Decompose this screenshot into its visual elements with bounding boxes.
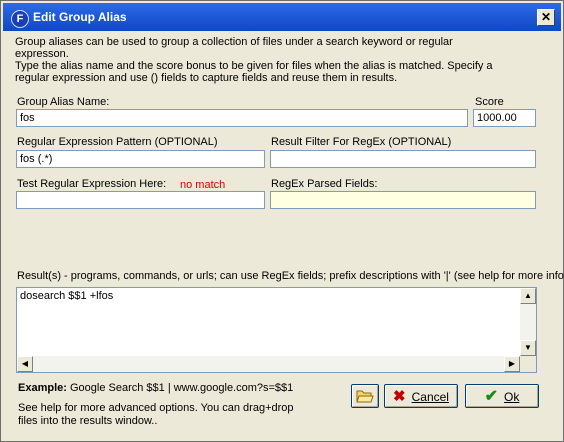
folder-open-icon [356, 390, 374, 403]
test-regex-input[interactable] [16, 191, 265, 209]
browse-button[interactable] [351, 384, 379, 408]
ok-button[interactable]: ✔ Ok [465, 384, 539, 408]
scroll-left-arrow-icon[interactable]: ◀ [17, 356, 33, 372]
description-line: expresson. [15, 48, 69, 60]
cancel-button[interactable]: ✖ Cancel [384, 384, 458, 408]
score-input[interactable]: 1000.00 [473, 109, 536, 127]
checkmark-icon: ✔ [484, 387, 499, 405]
scrollbar-corner [520, 356, 536, 372]
results-label: Result(s) - programs, commands, or urls;… [17, 270, 564, 282]
result-filter-label: Result Filter For RegEx (OPTIONAL) [271, 136, 452, 148]
scroll-up-arrow-icon[interactable]: ▲ [520, 288, 536, 304]
example-body: Google Search $$1 | www.google.com?s=$$1 [69, 382, 294, 394]
parsed-fields-output [270, 191, 536, 209]
score-label: Score [475, 96, 504, 108]
results-textarea[interactable]: dosearch $$1 +lfos ▲ ▼ ◀ ▶ [16, 287, 537, 373]
ok-label: Ok [504, 389, 520, 404]
example-prefix: Example: [18, 382, 67, 394]
cancel-x-icon: ✖ [393, 387, 406, 405]
match-status: no match [180, 179, 226, 191]
test-regex-label: Test Regular Expression Here: [17, 178, 167, 190]
example-text: Example: Google Search $$1 | www.google.… [18, 382, 293, 394]
help-line: See help for more advanced options. You … [18, 402, 294, 414]
scroll-right-arrow-icon[interactable]: ▶ [504, 356, 520, 372]
description-line: regular expression and use () fields to … [15, 72, 398, 84]
cancel-label: Cancel [411, 389, 449, 404]
edit-group-alias-dialog: F Edit Group Alias ✕ Group aliases can b… [0, 0, 564, 442]
alias-name-label: Group Alias Name: [17, 96, 110, 108]
app-icon: F [11, 10, 29, 28]
description-line: Type the alias name and the score bonus … [15, 60, 493, 72]
alias-name-input[interactable]: fos [16, 109, 468, 127]
results-content: dosearch $$1 +lfos [20, 290, 114, 302]
help-text: See help for more advanced options. You … [18, 402, 294, 428]
description-text: Group aliases can be used to group a col… [15, 36, 535, 84]
window-title: Edit Group Alias [33, 10, 127, 24]
vertical-scrollbar[interactable]: ▲ ▼ [520, 288, 536, 356]
scroll-down-arrow-icon[interactable]: ▼ [520, 340, 536, 356]
title-bar[interactable]: F Edit Group Alias ✕ [3, 3, 561, 31]
close-button[interactable]: ✕ [537, 9, 555, 26]
regex-pattern-label: Regular Expression Pattern (OPTIONAL) [17, 136, 218, 148]
regex-pattern-input[interactable]: fos (.*) [16, 150, 265, 168]
description-line: Group aliases can be used to group a col… [15, 36, 453, 48]
result-filter-input[interactable] [270, 150, 536, 168]
parsed-fields-label: RegEx Parsed Fields: [271, 178, 378, 190]
horizontal-scrollbar[interactable]: ◀ ▶ [17, 356, 520, 372]
help-line: files into the results window.. [18, 415, 158, 427]
